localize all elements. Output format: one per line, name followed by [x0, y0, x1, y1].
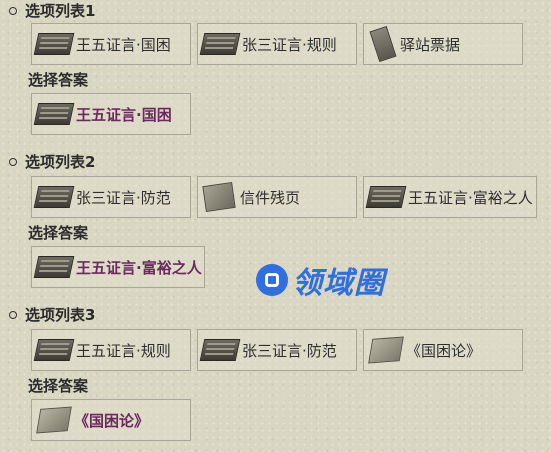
option-label: 王五证言·国困 — [76, 35, 171, 54]
option-card-1-3[interactable]: 驿站票据 — [363, 23, 523, 65]
option-label: 张三证言·防范 — [242, 341, 337, 360]
option-card-1-1[interactable]: 王五证言·国困 — [31, 23, 191, 65]
option-card-3-1[interactable]: 王五证言·规则 — [31, 329, 191, 371]
book-icon — [199, 33, 241, 55]
book-icon — [33, 33, 75, 55]
option-card-3-2[interactable]: 张三证言·防范 — [197, 329, 357, 371]
option-label: 王五证言·规则 — [76, 341, 171, 360]
answer-slot-3[interactable]: 《国困论》 — [31, 399, 191, 441]
bullet-icon — [9, 310, 17, 319]
book-icon — [33, 339, 75, 361]
bullet-icon — [9, 6, 17, 15]
option-card-1-2[interactable]: 张三证言·规则 — [197, 23, 357, 65]
answer-title-1: 选择答案 — [28, 71, 89, 89]
ticket-icon — [369, 26, 397, 62]
section-title-1: 选项列表1 — [9, 0, 95, 21]
section-title-label: 选项列表3 — [25, 306, 96, 324]
section-title-2: 选项列表2 — [9, 151, 95, 172]
option-card-2-3[interactable]: 王五证言·富裕之人 — [363, 176, 537, 218]
answer-label: 王五证言·富裕之人 — [76, 258, 202, 277]
answer-label: 《国困论》 — [74, 411, 150, 430]
answer-slot-2[interactable]: 王五证言·富裕之人 — [31, 246, 205, 288]
answer-slot-1[interactable]: 王五证言·国困 — [31, 93, 191, 135]
option-card-3-3[interactable]: 《国困论》 — [363, 329, 523, 371]
watermark: 领域圈 — [256, 258, 385, 302]
section-title-3: 选项列表3 — [9, 304, 95, 325]
scroll-icon — [36, 406, 72, 434]
option-label: 驿站票据 — [400, 35, 461, 54]
answer-label: 王五证言·国困 — [76, 105, 172, 124]
bullet-icon — [9, 157, 17, 166]
book-icon — [199, 339, 241, 361]
watermark-logo-icon — [256, 264, 288, 296]
section-title-label: 选项列表2 — [25, 153, 96, 171]
section-title-label: 选项列表1 — [25, 2, 96, 20]
answer-title-2: 选择答案 — [28, 224, 89, 242]
option-card-2-2[interactable]: 信件残页 — [197, 176, 357, 218]
scroll-icon — [368, 336, 404, 364]
option-label: 信件残页 — [240, 188, 301, 207]
watermark-text: 领域圈 — [292, 266, 385, 301]
option-card-2-1[interactable]: 张三证言·防范 — [31, 176, 191, 218]
book-icon — [33, 103, 75, 125]
letter-icon — [202, 182, 236, 212]
option-label: 张三证言·防范 — [76, 188, 171, 207]
answer-title-3: 选择答案 — [28, 377, 89, 395]
book-icon — [33, 256, 75, 278]
book-icon — [33, 186, 75, 208]
book-icon — [365, 186, 407, 208]
option-label: 《国困论》 — [406, 341, 482, 360]
option-label: 王五证言·富裕之人 — [408, 188, 533, 207]
option-label: 张三证言·规则 — [242, 35, 337, 54]
